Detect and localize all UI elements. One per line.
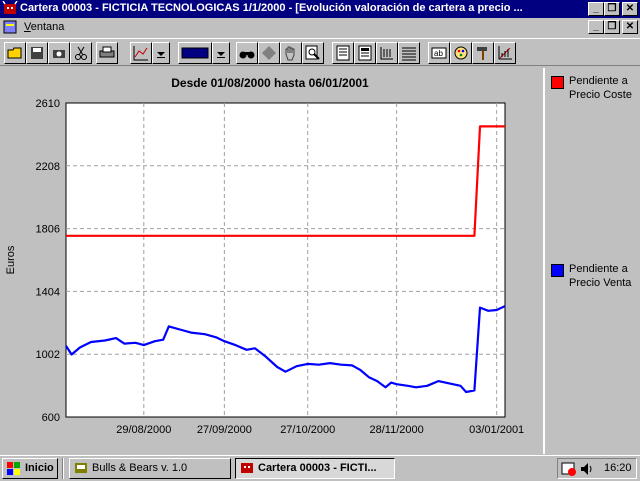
document-window-icon[interactable] bbox=[2, 19, 18, 35]
print-icon[interactable] bbox=[96, 42, 118, 64]
legend-panel: Pendiente a Precio Coste Pendiente a Pre… bbox=[543, 68, 640, 454]
diamond-icon[interactable] bbox=[258, 42, 280, 64]
restore-button[interactable]: ❐ bbox=[604, 2, 620, 16]
y-tick-label: 2208 bbox=[36, 161, 60, 173]
chart-title: Desde 01/08/2000 hasta 06/01/2001 bbox=[171, 76, 369, 90]
y-tick-label: 1002 bbox=[36, 349, 60, 361]
start-button[interactable]: Inicio bbox=[2, 458, 58, 479]
y-tick-label: 600 bbox=[42, 412, 60, 424]
speaker-icon[interactable] bbox=[579, 461, 595, 477]
windows-logo-icon bbox=[7, 462, 20, 475]
chart-panel: 600 1002 1404 1806 2208 2610 29/08/2000 27/09/2… bbox=[0, 68, 540, 454]
legend-label: Pendiente a Precio Coste bbox=[569, 75, 632, 101]
x-tick-label: 29/08/2000 bbox=[116, 424, 171, 436]
zoom-icon[interactable] bbox=[302, 42, 324, 64]
x-tick-label: 28/11/2000 bbox=[370, 424, 424, 436]
task-label: Bulls & Bears v. 1.0 bbox=[92, 462, 188, 474]
line-chart[interactable]: 600 1002 1404 1806 2208 2610 29/08/2000 27/09/2… bbox=[0, 68, 540, 454]
window-title: Cartera 00003 - FICTICIA TECNOLOGICAS 1/… bbox=[20, 2, 523, 14]
system-tray: 16:20 bbox=[557, 458, 637, 479]
dropdown-arrow-icon[interactable] bbox=[152, 42, 170, 64]
binoculars-icon[interactable] bbox=[236, 42, 258, 64]
clock[interactable]: 16:20 bbox=[604, 462, 632, 474]
columns-icon[interactable] bbox=[376, 42, 398, 64]
scheduler-icon[interactable] bbox=[561, 461, 577, 477]
axis-icon[interactable] bbox=[494, 42, 516, 64]
chart-type-icon[interactable] bbox=[130, 42, 152, 64]
save-icon[interactable] bbox=[26, 42, 48, 64]
task-button-bulls-bears[interactable]: Bulls & Bears v. 1.0 bbox=[69, 458, 231, 479]
x-tick-label: 03/01/2001 bbox=[469, 424, 524, 436]
menu-bar: Ventana _ ❐ ✕ bbox=[0, 18, 640, 36]
bull-icon bbox=[241, 463, 253, 473]
x-tick-label: 27/10/2000 bbox=[280, 424, 335, 436]
open-folder-icon[interactable] bbox=[4, 42, 26, 64]
child-minimize-button[interactable]: _ bbox=[588, 20, 604, 34]
svg-text:ab: ab bbox=[434, 49, 443, 58]
taskbar: Inicio Bulls & Bears v. 1.0 Cartera 0000… bbox=[0, 455, 640, 481]
y-axis-label: Euros bbox=[5, 245, 17, 274]
menu-item-ventana[interactable]: Ventana bbox=[24, 21, 64, 33]
hammer-icon[interactable] bbox=[472, 42, 494, 64]
task-label: Cartera 00003 - FICTI... bbox=[258, 462, 377, 474]
start-label: Inicio bbox=[25, 462, 54, 474]
grid-icon[interactable] bbox=[398, 42, 420, 64]
x-tick-label: 27/09/2000 bbox=[197, 424, 252, 436]
scissors-icon[interactable] bbox=[70, 42, 92, 64]
taskbar-divider bbox=[62, 458, 64, 479]
y-tick-label: 1404 bbox=[36, 286, 60, 298]
dropdown-arrow-icon[interactable] bbox=[212, 42, 230, 64]
hand-icon[interactable] bbox=[280, 42, 302, 64]
bull-icon[interactable] bbox=[2, 0, 18, 17]
legend-swatch-blue bbox=[551, 264, 564, 277]
minimize-button[interactable]: _ bbox=[588, 2, 604, 16]
child-close-button[interactable]: ✕ bbox=[622, 20, 638, 34]
y-tick-label: 1806 bbox=[36, 224, 60, 236]
camera-icon[interactable] bbox=[48, 42, 70, 64]
color-swatch-icon[interactable] bbox=[178, 42, 212, 64]
table-icon[interactable] bbox=[354, 42, 376, 64]
palette-icon[interactable] bbox=[450, 42, 472, 64]
bull-icon bbox=[75, 463, 87, 473]
legend-label: Pendiente a Precio Venta bbox=[569, 263, 632, 289]
plot-background bbox=[65, 102, 506, 418]
toolbar: ab bbox=[0, 38, 640, 66]
y-tick-label: 2610 bbox=[36, 98, 60, 110]
child-restore-button[interactable]: ❐ bbox=[604, 20, 620, 34]
task-button-cartera[interactable]: Cartera 00003 - FICTI... bbox=[235, 458, 395, 479]
document-icon[interactable] bbox=[332, 42, 354, 64]
title-bar[interactable]: Cartera 00003 - FICTICIA TECNOLOGICAS 1/… bbox=[0, 0, 640, 18]
close-button[interactable]: ✕ bbox=[622, 2, 638, 16]
text-ab-icon[interactable]: ab bbox=[428, 42, 450, 64]
legend-swatch-red bbox=[551, 76, 564, 89]
